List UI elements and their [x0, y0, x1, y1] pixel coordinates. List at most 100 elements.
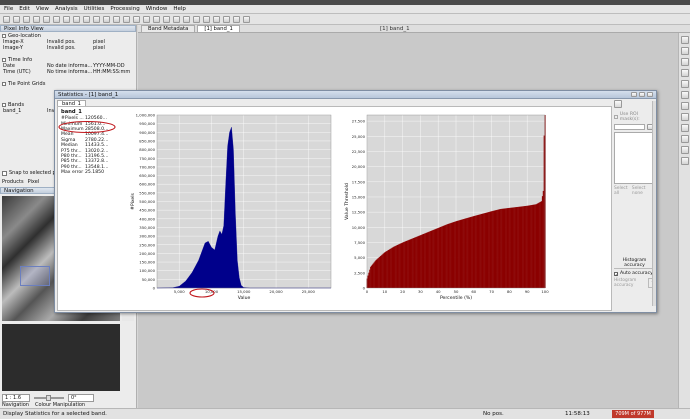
- colour-icon[interactable]: [680, 91, 689, 99]
- menu-window[interactable]: Window: [146, 6, 168, 12]
- x-tick-label: 30: [418, 289, 423, 294]
- tab-label: [1] band_1: [204, 26, 233, 32]
- time-row: Time (UTC) No time informa... HH:MM:SS:mm: [0, 69, 136, 75]
- copy-icon[interactable]: [63, 15, 70, 23]
- tab-band-1[interactable]: [1] band_1: [197, 25, 240, 32]
- mask-list[interactable]: [614, 132, 655, 184]
- pin-tool-icon[interactable]: [133, 15, 140, 23]
- time-series-icon[interactable]: [680, 102, 689, 110]
- layer-manager-icon[interactable]: [680, 36, 689, 44]
- auto-accuracy-checkbox[interactable]: ✓: [614, 271, 618, 276]
- accuracy-row: Histogram accuracy 3: [614, 278, 655, 288]
- x-tick-label: 40: [436, 289, 441, 294]
- zoom-slider[interactable]: [34, 395, 64, 401]
- open-icon[interactable]: [13, 15, 20, 23]
- polygon-tool-icon[interactable]: [153, 15, 160, 23]
- x-tick-label: 15,000: [237, 289, 251, 294]
- select-tool-icon[interactable]: [113, 15, 120, 23]
- menu-file[interactable]: File: [4, 6, 13, 12]
- menu-processing[interactable]: Processing: [110, 6, 139, 12]
- y-tick-label: 2,500: [354, 270, 365, 275]
- product-library-icon[interactable]: [680, 113, 689, 121]
- menu-view[interactable]: View: [36, 6, 49, 12]
- y-tick-label: 1,000,000: [136, 113, 156, 118]
- menu-help[interactable]: Help: [173, 6, 186, 12]
- scatter-plot-icon[interactable]: [223, 15, 230, 23]
- paste-icon[interactable]: [73, 15, 80, 23]
- y-tick-label: 750,000: [139, 156, 155, 161]
- analysis-icon[interactable]: [680, 146, 689, 154]
- y-tick-label: 150,000: [139, 260, 155, 265]
- new-icon[interactable]: [3, 15, 10, 23]
- statistics-titlebar: Statistics - [1] band_1: [55, 91, 656, 99]
- editor-title: [1] band_1: [380, 26, 410, 32]
- tie-point-grids-node[interactable]: Tie Point Grids: [0, 80, 136, 87]
- line-tool-icon[interactable]: [183, 15, 190, 23]
- close-icon[interactable]: [647, 92, 653, 97]
- snap-checkbox-row[interactable]: Snap to selected pi: [2, 170, 57, 176]
- save-icon[interactable]: [23, 15, 30, 23]
- geo-row-u: pixel: [93, 45, 105, 51]
- navigation-viewport[interactable]: [20, 266, 50, 286]
- rotation-field[interactable]: 0°: [68, 394, 94, 402]
- pin-manager-icon[interactable]: [680, 58, 689, 66]
- help-icon[interactable]: [243, 15, 250, 23]
- histogram-and-percentile-charts: 0 50,000 100,000 150,000 200,000 250,000 300,0…: [58, 113, 549, 301]
- auto-accuracy-row[interactable]: ✓ Auto accuracy: [614, 271, 655, 276]
- gcp-manager-icon[interactable]: [680, 69, 689, 77]
- range-finder-icon[interactable]: [123, 15, 130, 23]
- y-tick-label: 500,000: [139, 199, 155, 204]
- x-tick-label: 70: [489, 289, 494, 294]
- tab-band-metadata[interactable]: Band Metadata: [141, 25, 196, 32]
- information-icon[interactable]: [680, 135, 689, 143]
- menu-utilities[interactable]: Utilities: [84, 6, 105, 12]
- refresh-icon[interactable]: [614, 100, 622, 108]
- spectrum-view-icon[interactable]: [680, 124, 689, 132]
- tab-products[interactable]: Products: [2, 179, 24, 185]
- expand-icon: [2, 33, 6, 38]
- maximize-icon[interactable]: [639, 92, 645, 97]
- world-view-icon[interactable]: [680, 157, 689, 165]
- pixel-info-header: Pixel Info View: [0, 25, 136, 32]
- y-tick-label: 5,000: [354, 255, 365, 260]
- geo-location-node[interactable]: Geo-location: [0, 32, 136, 39]
- statistics-scrollbar[interactable]: [652, 101, 656, 306]
- roi-checkbox[interactable]: [614, 115, 618, 119]
- zoom-tool-icon[interactable]: [93, 15, 100, 23]
- redo-icon[interactable]: [43, 15, 50, 23]
- pixel-info-icon[interactable]: [83, 15, 90, 23]
- gcp-tool-icon[interactable]: [143, 15, 150, 23]
- snap-checkbox[interactable]: [2, 170, 7, 176]
- menu-bar: File Edit View Analysis Utilities Processing W…: [0, 5, 690, 14]
- mask-manager-icon[interactable]: [680, 80, 689, 88]
- y-tick-label: 12,500: [352, 210, 366, 215]
- editor-tabs: Band Metadata [1] band_1: [138, 25, 690, 33]
- profile-plot-icon[interactable]: [233, 15, 240, 23]
- ellipse-tool-icon[interactable]: [173, 15, 180, 23]
- x-tick-label: 90: [525, 289, 530, 294]
- time-row-v: No time informa...: [47, 69, 93, 75]
- pan-tool-icon[interactable]: [103, 15, 110, 23]
- memory-indicator[interactable]: 709M of 977M: [612, 410, 654, 418]
- x-tick-label: 80: [507, 289, 512, 294]
- menu-analysis[interactable]: Analysis: [55, 6, 78, 12]
- histogram-icon[interactable]: [203, 15, 210, 23]
- undo-icon[interactable]: [33, 15, 40, 23]
- x-tick-label: 20,000: [269, 289, 283, 294]
- statistics-icon[interactable]: [213, 15, 220, 23]
- spectrum-icon[interactable]: [193, 15, 200, 23]
- minimize-icon[interactable]: [631, 92, 637, 97]
- zoom-field[interactable]: 1 : 1.6: [2, 394, 30, 402]
- x-tick-label: 25,000: [302, 289, 316, 294]
- y-tick-label: 300,000: [139, 234, 155, 239]
- menu-edit[interactable]: Edit: [19, 6, 30, 12]
- y-tick-label: 50,000: [142, 277, 156, 282]
- select-all-button[interactable]: Select all: [614, 186, 632, 196]
- cut-icon[interactable]: [53, 15, 60, 23]
- time-info-node[interactable]: Time Info: [0, 56, 136, 63]
- world-map-icon[interactable]: [680, 47, 689, 55]
- pixel-info-title: Pixel Info View: [4, 25, 44, 32]
- rectangle-tool-icon[interactable]: [163, 15, 170, 23]
- mask-filter-input[interactable]: [614, 124, 645, 130]
- tab-pixel[interactable]: Pixel: [28, 179, 40, 185]
